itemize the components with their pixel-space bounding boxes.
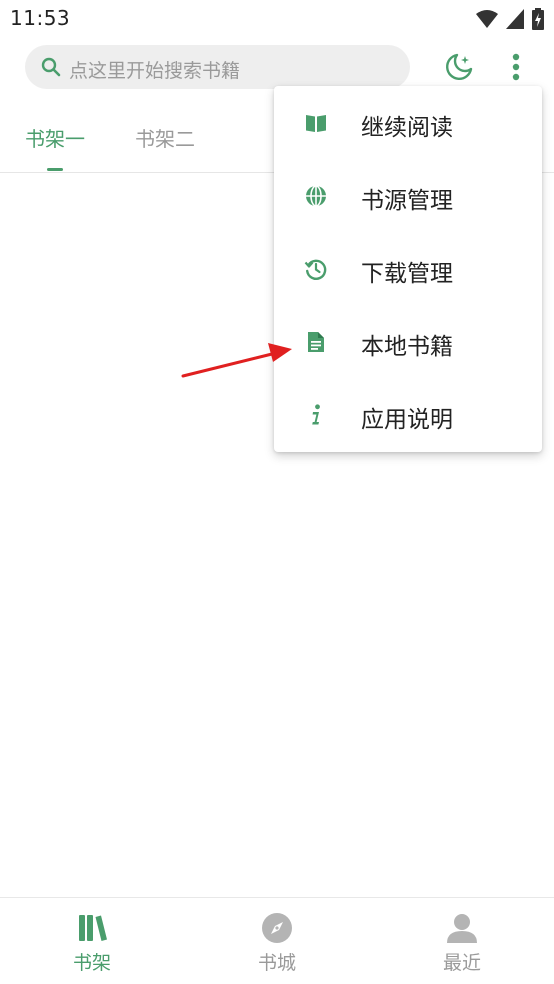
- search-placeholder: 点这里开始搜索书籍: [69, 60, 241, 82]
- compass-icon: [262, 913, 292, 943]
- nav-label: 书城: [257, 952, 296, 974]
- tab-shelf-2[interactable]: 书架二: [135, 123, 195, 152]
- nav-label: 最近: [442, 952, 481, 974]
- tab-indicator: [47, 168, 63, 171]
- menu-item-label: 书源管理: [361, 188, 453, 214]
- globe-icon: [306, 185, 326, 207]
- info-icon: [312, 404, 320, 425]
- more-icon[interactable]: [506, 52, 526, 82]
- status-bar: 11:53: [0, 0, 554, 38]
- menu-item-app-info[interactable]: 应用说明: [274, 378, 542, 451]
- nav-item-bookshelf[interactable]: 书架: [0, 898, 184, 984]
- signal-icon: [506, 9, 524, 29]
- search-icon: [41, 57, 61, 77]
- menu-item-continue-reading[interactable]: 继续阅读: [274, 86, 542, 159]
- status-time: 11:53: [10, 6, 71, 30]
- person-icon: [447, 914, 477, 943]
- wifi-icon: [476, 10, 498, 28]
- menu-item-local-books[interactable]: 本地书籍: [274, 305, 542, 378]
- menu-item-label: 继续阅读: [361, 115, 453, 141]
- overflow-menu: 继续阅读 书源管理 下载管理 本地书籍 应用说明: [274, 86, 542, 452]
- book-open-icon: [306, 115, 326, 132]
- menu-item-label: 下载管理: [361, 261, 453, 287]
- night-mode-icon[interactable]: [443, 51, 475, 83]
- nav-item-bookstore[interactable]: 书城: [185, 898, 369, 984]
- nav-label: 书架: [72, 952, 111, 974]
- menu-item-download-management[interactable]: 下载管理: [274, 232, 542, 305]
- nav-item-recent[interactable]: 最近: [370, 898, 554, 984]
- search-bar[interactable]: 点这里开始搜索书籍: [25, 45, 410, 89]
- battery-icon: [532, 8, 544, 30]
- menu-item-label: 本地书籍: [361, 334, 453, 360]
- status-icons: [476, 8, 544, 30]
- document-icon: [308, 332, 324, 352]
- bookshelf-icon: [79, 915, 107, 941]
- history-icon: [304, 259, 327, 280]
- menu-item-source-management[interactable]: 书源管理: [274, 159, 542, 232]
- tab-shelf-1[interactable]: 书架一: [25, 123, 85, 152]
- menu-item-label: 应用说明: [361, 407, 453, 433]
